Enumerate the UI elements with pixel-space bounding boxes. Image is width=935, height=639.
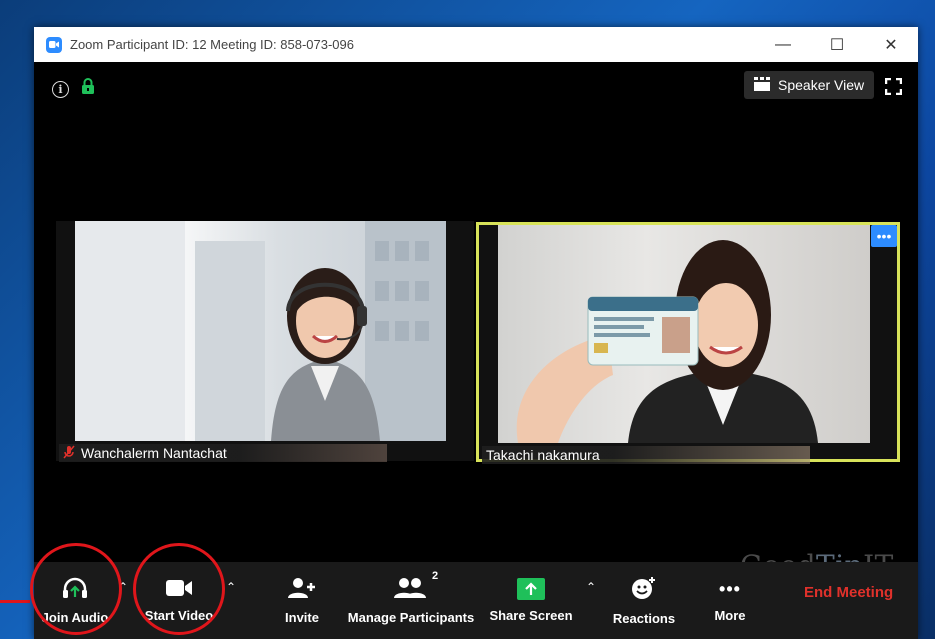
invite-label: Invite [285,609,319,625]
participants-icon [394,577,428,602]
window-title: Zoom Participant ID: 12 Meeting ID: 858-… [70,37,354,52]
manage-participants-label: Manage Participants [347,609,475,625]
participant-name-bar-2: Takachi nakamura [482,446,810,464]
participant-name-2: Takachi nakamura [486,447,600,463]
participant-name-1: Wanchalerm Nantachat [81,445,227,461]
maximize-button[interactable]: ☐ [810,27,864,62]
close-button[interactable]: ✕ [864,27,918,62]
meeting-area: i Speaker View Wanchalerm Nantachat ••• … [34,62,918,582]
participant-name-bar-1: Wanchalerm Nantachat [59,444,387,462]
manage-participants-button[interactable]: Manage Participants [346,562,476,639]
participant-count-badge: 2 [432,570,439,582]
add-user-icon [287,577,317,602]
zoom-app-icon [46,36,62,53]
info-icon[interactable]: i [52,80,69,98]
participant-tile-2[interactable]: ••• Takachi nakamura [476,222,900,464]
annotation-circle-start-video [133,543,225,635]
more-button[interactable]: ••• More [700,562,760,639]
lock-icon[interactable] [81,78,95,100]
title-bar: Zoom Participant ID: 12 Meeting ID: 858-… [34,27,918,62]
speaker-view-button[interactable]: Speaker View [744,71,875,99]
share-screen-button[interactable]: Share Screen [489,562,573,639]
emoji-icon [631,576,657,603]
fullscreen-icon[interactable] [884,77,903,100]
invite-button[interactable]: Invite [272,562,332,639]
reactions-label: Reactions [612,610,676,626]
participant-video-1 [75,221,446,441]
participant-video-2 [498,225,870,443]
annotation-circle-join-audio [30,543,122,635]
muted-mic-icon [63,445,75,462]
share-options-caret-icon[interactable]: ⌃ [586,580,596,594]
more-dots-icon: ••• [719,579,741,599]
more-label: More [714,608,746,623]
minimize-button[interactable]: — [756,27,810,62]
reactions-button[interactable]: Reactions [609,562,679,639]
grid-icon [754,76,770,94]
share-screen-icon [517,578,545,600]
annotation-pointer-line [0,600,30,603]
video-options-caret-icon[interactable]: ⌃ [226,580,236,594]
speaker-view-label: Speaker View [778,77,865,93]
participant-tile-1[interactable]: Wanchalerm Nantachat [56,221,474,462]
end-meeting-button[interactable]: End Meeting [804,584,893,601]
participant-more-button[interactable]: ••• [871,225,897,247]
share-screen-label: Share Screen [489,608,573,623]
